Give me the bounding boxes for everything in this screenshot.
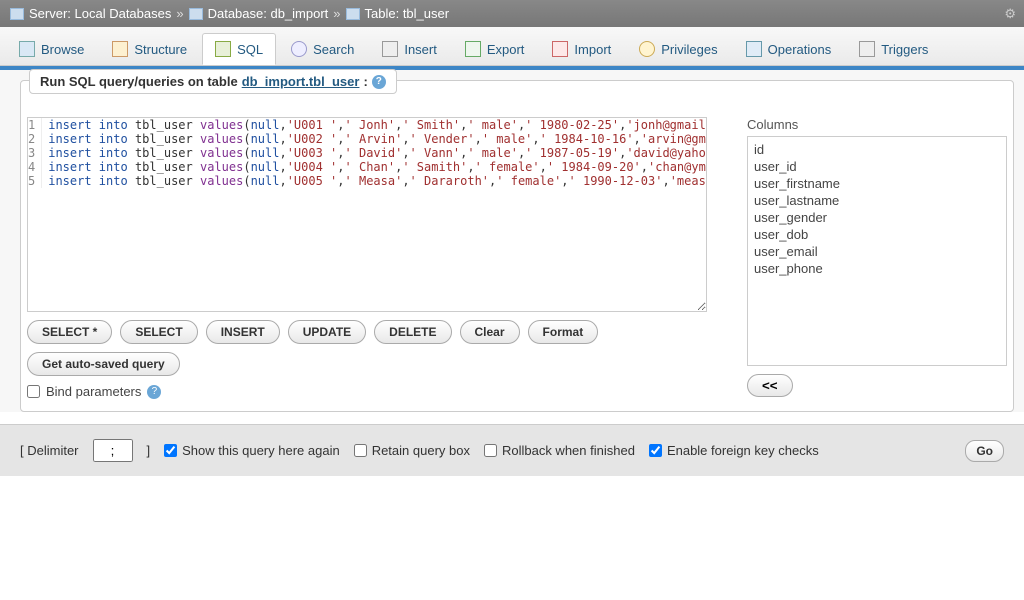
- delimiter-input[interactable]: [93, 439, 133, 462]
- tab-label: Triggers: [881, 42, 928, 57]
- help-icon[interactable]: ?: [147, 385, 161, 399]
- editor-line[interactable]: 4insert into tbl_user values(null,'U004 …: [28, 160, 706, 174]
- bind-parameters-checkbox[interactable]: [27, 385, 40, 398]
- column-option[interactable]: user_email: [752, 243, 1002, 260]
- column-option[interactable]: user_gender: [752, 209, 1002, 226]
- sql-fieldset: Run SQL query/queries on table db_import…: [20, 80, 1014, 412]
- export-icon: [465, 41, 481, 57]
- tab-import[interactable]: Import: [539, 33, 624, 65]
- delimiter-label-close: ]: [147, 443, 151, 458]
- clear-button[interactable]: Clear: [460, 320, 520, 344]
- line-number: 2: [28, 132, 42, 146]
- structure-icon: [112, 41, 128, 57]
- breadcrumb-table[interactable]: Table: tbl_user: [365, 6, 450, 21]
- nav-tabs: Browse Structure SQL Search Insert Expor…: [0, 27, 1024, 66]
- fieldset-legend: Run SQL query/queries on table db_import…: [29, 69, 397, 94]
- go-button[interactable]: Go: [965, 440, 1004, 462]
- gear-icon[interactable]: ⚙: [1004, 6, 1016, 22]
- sql-editor[interactable]: 1insert into tbl_user values(null,'U001 …: [27, 117, 707, 312]
- main-content: Run SQL query/queries on table db_import…: [0, 70, 1024, 412]
- rollback-checkbox[interactable]: [484, 444, 497, 457]
- foreign-key-checks-checkbox[interactable]: [649, 444, 662, 457]
- column-option[interactable]: user_dob: [752, 226, 1002, 243]
- columns-title: Columns: [747, 117, 1007, 132]
- code-content[interactable]: insert into tbl_user values(null,'U001 '…: [42, 118, 707, 132]
- sql-icon: [215, 41, 231, 57]
- editor-line[interactable]: 3insert into tbl_user values(null,'U003 …: [28, 146, 706, 160]
- get-auto-saved-query-button[interactable]: Get auto-saved query: [27, 352, 180, 376]
- import-icon: [552, 41, 568, 57]
- code-content[interactable]: insert into tbl_user values(null,'U004 '…: [42, 160, 707, 174]
- show-query-again-checkbox[interactable]: [164, 444, 177, 457]
- select-button[interactable]: SELECT: [120, 320, 197, 344]
- server-icon: [10, 8, 24, 20]
- tab-triggers[interactable]: Triggers: [846, 33, 941, 65]
- privileges-icon: [639, 41, 655, 57]
- editor-line[interactable]: 1insert into tbl_user values(null,'U001 …: [28, 118, 706, 132]
- update-button[interactable]: UPDATE: [288, 320, 366, 344]
- tab-label: Insert: [404, 42, 437, 57]
- table-icon: [346, 8, 360, 20]
- line-number: 1: [28, 118, 42, 132]
- line-number: 3: [28, 146, 42, 160]
- columns-list[interactable]: iduser_iduser_firstnameuser_lastnameuser…: [747, 136, 1007, 366]
- format-button[interactable]: Format: [528, 320, 599, 344]
- breadcrumb-server[interactable]: Server: Local Databases: [29, 6, 171, 21]
- tab-search[interactable]: Search: [278, 33, 367, 65]
- tab-label: Search: [313, 42, 354, 57]
- tab-browse[interactable]: Browse: [6, 33, 97, 65]
- column-option[interactable]: user_id: [752, 158, 1002, 175]
- tab-label: Operations: [768, 42, 832, 57]
- operations-icon: [746, 41, 762, 57]
- delimiter-label-open: [ Delimiter: [20, 443, 79, 458]
- triggers-icon: [859, 41, 875, 57]
- editor-line[interactable]: 5insert into tbl_user values(null,'U005 …: [28, 174, 706, 188]
- foreign-key-checks-label: Enable foreign key checks: [667, 443, 819, 458]
- breadcrumb-database[interactable]: Database: db_import: [208, 6, 329, 21]
- search-icon: [291, 41, 307, 57]
- breadcrumb: Server: Local Databases » Database: db_i…: [0, 0, 1024, 27]
- database-icon: [189, 8, 203, 20]
- code-content[interactable]: insert into tbl_user values(null,'U005 '…: [42, 174, 707, 188]
- editor-line[interactable]: 2insert into tbl_user values(null,'U002 …: [28, 132, 706, 146]
- breadcrumb-sep: »: [176, 6, 183, 21]
- help-icon[interactable]: ?: [372, 75, 386, 89]
- rollback-label: Rollback when finished: [502, 443, 635, 458]
- tab-sql[interactable]: SQL: [202, 33, 276, 65]
- retain-query-box-checkbox[interactable]: [354, 444, 367, 457]
- column-option[interactable]: user_firstname: [752, 175, 1002, 192]
- column-option[interactable]: user_lastname: [752, 192, 1002, 209]
- tab-privileges[interactable]: Privileges: [626, 33, 730, 65]
- breadcrumb-sep: »: [333, 6, 340, 21]
- legend-table-link[interactable]: db_import.tbl_user: [242, 74, 360, 89]
- tab-label: Browse: [41, 42, 84, 57]
- tab-export[interactable]: Export: [452, 33, 538, 65]
- tab-label: Export: [487, 42, 525, 57]
- browse-icon: [19, 41, 35, 57]
- line-number: 5: [28, 174, 42, 188]
- tab-insert[interactable]: Insert: [369, 33, 450, 65]
- tab-label: SQL: [237, 42, 263, 57]
- tab-label: Import: [574, 42, 611, 57]
- tab-operations[interactable]: Operations: [733, 33, 845, 65]
- retain-query-box-label: Retain query box: [372, 443, 470, 458]
- column-option[interactable]: id: [752, 141, 1002, 158]
- insert-button[interactable]: INSERT: [206, 320, 280, 344]
- line-number: 4: [28, 160, 42, 174]
- insert-column-button[interactable]: <<: [747, 374, 793, 397]
- tab-label: Structure: [134, 42, 187, 57]
- footer-bar: [ Delimiter ] Show this query here again…: [0, 424, 1024, 476]
- delete-button[interactable]: DELETE: [374, 320, 451, 344]
- legend-suffix: :: [363, 74, 367, 89]
- code-content[interactable]: insert into tbl_user values(null,'U003 '…: [42, 146, 707, 160]
- tab-label: Privileges: [661, 42, 717, 57]
- code-content[interactable]: insert into tbl_user values(null,'U002 '…: [42, 132, 707, 146]
- tab-structure[interactable]: Structure: [99, 33, 200, 65]
- show-query-again-label: Show this query here again: [182, 443, 340, 458]
- bind-parameters-label: Bind parameters: [46, 384, 141, 399]
- select-star-button[interactable]: SELECT *: [27, 320, 112, 344]
- legend-prefix: Run SQL query/queries on table: [40, 74, 238, 89]
- column-option[interactable]: user_phone: [752, 260, 1002, 277]
- insert-icon: [382, 41, 398, 57]
